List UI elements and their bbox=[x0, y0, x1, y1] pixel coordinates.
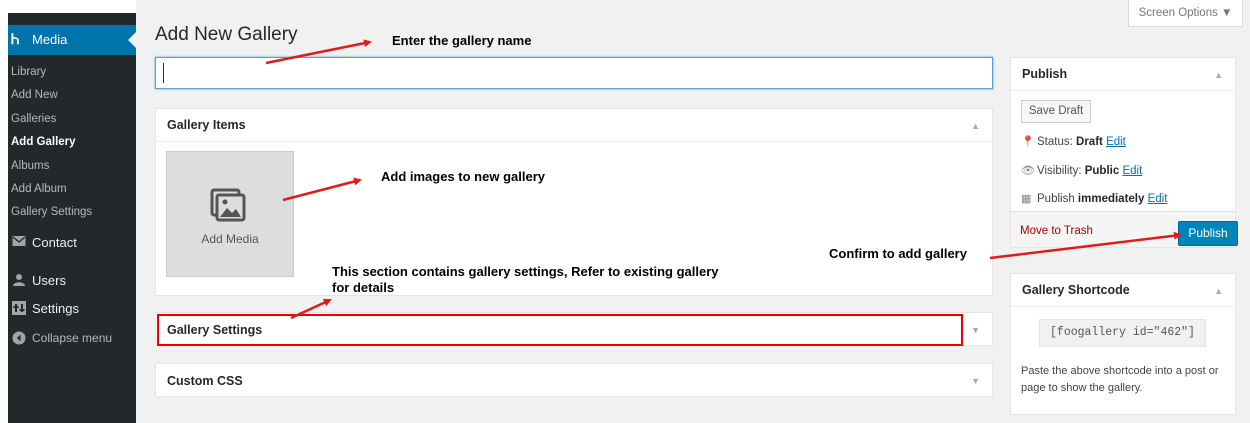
box-heading: Gallery Shortcode bbox=[1022, 283, 1130, 297]
media-icon: Ꮒ bbox=[11, 31, 20, 47]
shortcode-help-text: Paste the above shortcode into a post or… bbox=[1021, 365, 1219, 394]
submenu-item-add-album[interactable]: Add Album bbox=[8, 178, 136, 201]
gallery-settings-box[interactable]: Gallery Settings ▼ bbox=[155, 312, 993, 346]
box-heading: Gallery Settings bbox=[167, 323, 263, 337]
sidebar-item-contact[interactable]: Contact bbox=[8, 229, 136, 257]
box-heading: Gallery Items bbox=[167, 118, 246, 132]
publish-button[interactable]: Publish bbox=[1178, 221, 1238, 246]
edit-status-link[interactable]: Edit bbox=[1106, 136, 1126, 148]
sidebar-item-users[interactable]: Users bbox=[8, 267, 136, 295]
pin-icon: 📍 bbox=[1021, 136, 1035, 148]
sidebar-item-media[interactable]: Ꮒ Media bbox=[8, 25, 136, 55]
sidebar-item-label: Collapse menu bbox=[32, 331, 113, 345]
box-heading: Custom CSS bbox=[167, 374, 243, 388]
move-to-trash-link[interactable]: Move to Trash bbox=[1020, 225, 1093, 237]
envelope-icon bbox=[12, 235, 26, 249]
screen-options-button[interactable]: Screen Options ▼ bbox=[1128, 0, 1243, 27]
edit-schedule-link[interactable]: Edit bbox=[1148, 193, 1168, 205]
annotation-gallery-name: Enter the gallery name bbox=[392, 33, 532, 48]
status-row: 📍 Status: Draft Edit bbox=[1021, 136, 1126, 148]
gallery-title-input[interactable] bbox=[155, 57, 993, 89]
add-media-label: Add Media bbox=[201, 232, 259, 246]
divider bbox=[156, 141, 992, 142]
submenu-item-galleries[interactable]: Galleries bbox=[8, 108, 136, 131]
page-title: Add New Gallery bbox=[155, 24, 298, 45]
add-media-button[interactable]: Add Media bbox=[166, 151, 294, 277]
schedule-row: ▦ Publish immediately Edit bbox=[1021, 193, 1168, 205]
annotation-gallery-settings: This section contains gallery settings, … bbox=[332, 264, 719, 295]
collapse-icon bbox=[12, 331, 26, 345]
schedule-value: immediately bbox=[1077, 193, 1145, 205]
publish-box: Publish ▲ Save Draft 📍 Status: Draft Edit… bbox=[1010, 57, 1236, 248]
visibility-row: 👁 Visibility: Public Edit bbox=[1021, 165, 1143, 177]
sidebar-item-settings[interactable]: Settings bbox=[8, 295, 136, 323]
edit-visibility-link[interactable]: Edit bbox=[1122, 165, 1142, 177]
settings-icon bbox=[12, 301, 26, 315]
box-heading: Publish bbox=[1022, 67, 1068, 81]
current-menu-notch bbox=[128, 32, 136, 48]
submenu-item-gallery-settings[interactable]: Gallery Settings bbox=[8, 201, 136, 224]
visibility-value: Public bbox=[1084, 165, 1120, 177]
annotation-add-images: Add images to new gallery bbox=[381, 169, 545, 184]
annotation-confirm: Confirm to add gallery bbox=[829, 246, 967, 261]
main-content: Screen Options ▼ Add New Gallery Gallery… bbox=[136, 0, 1250, 423]
toggle-up-icon[interactable]: ▲ bbox=[971, 121, 980, 131]
submenu-item-add-new[interactable]: Add New bbox=[8, 84, 136, 107]
eye-icon: 👁 bbox=[1021, 165, 1035, 177]
calendar-icon: ▦ bbox=[1021, 193, 1032, 205]
shortcode-value[interactable]: [foogallery id="462"] bbox=[1039, 319, 1206, 347]
status-value: Draft bbox=[1076, 136, 1103, 148]
submenu-item-add-gallery[interactable]: Add Gallery bbox=[8, 131, 136, 154]
submenu-item-albums[interactable]: Albums bbox=[8, 155, 136, 178]
gallery-shortcode-box: Gallery Shortcode ▲ [foogallery id="462"… bbox=[1010, 273, 1236, 415]
image-gallery-icon bbox=[210, 188, 246, 222]
media-submenu: Library Add New Galleries Add Gallery Al… bbox=[8, 61, 136, 225]
divider bbox=[1011, 306, 1235, 307]
text-caret bbox=[163, 63, 164, 83]
sidebar-item-label: Users bbox=[32, 273, 66, 288]
toggle-down-icon[interactable]: ▼ bbox=[971, 376, 980, 386]
save-draft-button[interactable]: Save Draft bbox=[1021, 100, 1091, 123]
sidebar-item-label: Media bbox=[32, 32, 68, 47]
sidebar-item-label: Contact bbox=[32, 235, 77, 250]
toggle-up-icon[interactable]: ▲ bbox=[1214, 70, 1223, 80]
divider bbox=[1011, 90, 1235, 91]
sidebar-item-label: Settings bbox=[32, 301, 79, 316]
collapse-menu-button[interactable]: Collapse menu bbox=[8, 325, 136, 353]
toggle-up-icon[interactable]: ▲ bbox=[1214, 286, 1223, 296]
admin-sidebar: Ꮒ Media Library Add New Galleries Add Ga… bbox=[8, 13, 136, 423]
submenu-item-library[interactable]: Library bbox=[8, 61, 136, 84]
custom-css-box[interactable]: Custom CSS ▼ bbox=[155, 363, 993, 397]
toggle-down-icon[interactable]: ▼ bbox=[971, 325, 980, 335]
users-icon bbox=[12, 273, 26, 287]
